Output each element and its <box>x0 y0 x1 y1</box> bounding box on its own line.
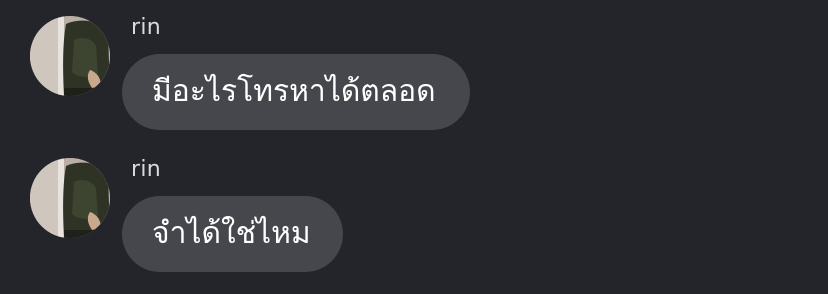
chat-thread: rin มีอะไรโทรหาได้ตลอด rin จำได้ใช่ไหม <box>0 0 828 294</box>
avatar-photo-image <box>30 16 110 96</box>
message-bubble[interactable]: มีอะไรโทรหาได้ตลอด <box>122 54 470 130</box>
avatar-photo-image <box>30 158 110 238</box>
user-photo-avatar[interactable] <box>30 158 110 238</box>
user-photo-avatar[interactable] <box>30 16 110 96</box>
message-bubble[interactable]: จำได้ใช่ไหม <box>122 196 343 272</box>
sender-name: rin <box>131 157 162 182</box>
sender-name: rin <box>131 15 162 40</box>
